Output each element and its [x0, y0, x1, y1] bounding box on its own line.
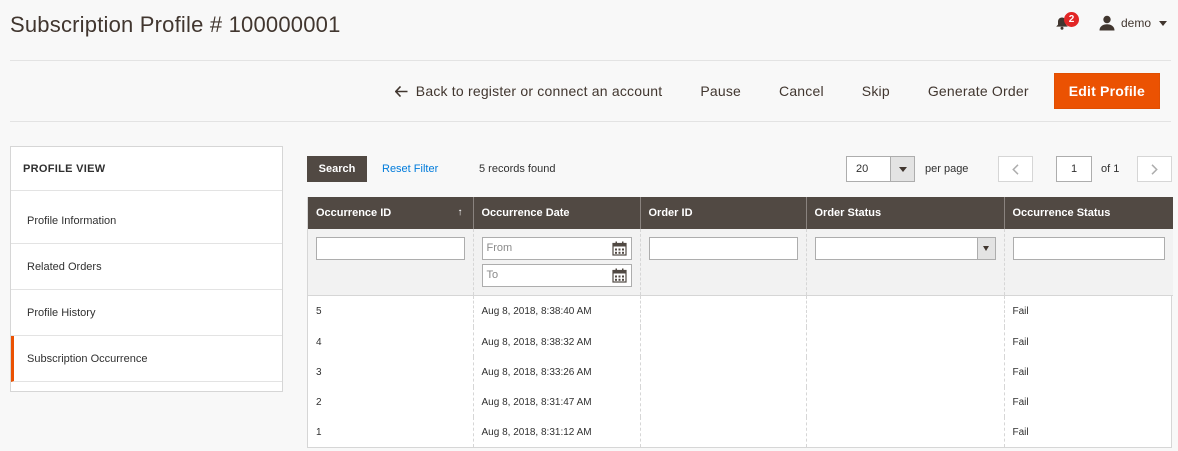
- chevron-down-icon: [1159, 20, 1168, 26]
- occurrence-date-cell: Aug 8, 2018, 8:38:40 AM: [472, 295, 640, 327]
- profile-view-sidebar: PROFILE VIEW Profile Information Related…: [10, 146, 283, 392]
- order-id-cell: [639, 417, 806, 447]
- sidebar-title: PROFILE VIEW: [11, 147, 282, 191]
- column-header-occurrence-date[interactable]: Occurrence Date: [472, 197, 640, 229]
- next-page-button[interactable]: [1137, 156, 1172, 182]
- table-row[interactable]: 4 Aug 8, 2018, 8:38:32 AM Fail: [308, 327, 1173, 357]
- sidebar-item-subscription-occurrence[interactable]: Subscription Occurrence: [11, 336, 282, 382]
- reset-filter-link[interactable]: Reset Filter: [382, 156, 438, 182]
- order-status-filter[interactable]: [814, 237, 996, 260]
- pause-button[interactable]: Pause: [681, 73, 760, 109]
- sidebar-item-profile-history[interactable]: Profile History: [11, 290, 282, 336]
- order-id-cell: [639, 327, 806, 357]
- previous-page-button[interactable]: [998, 156, 1033, 182]
- occurrence-id-cell: 5: [316, 305, 322, 317]
- occurrence-date-cell: Aug 8, 2018, 8:33:26 AM: [472, 357, 640, 387]
- sidebar-item-related-orders[interactable]: Related Orders: [11, 244, 282, 290]
- occurrence-status-cell: Fail: [1003, 387, 1173, 417]
- notifications[interactable]: 2: [1055, 12, 1079, 34]
- occurrence-id-cell: 3: [316, 366, 322, 378]
- search-button[interactable]: Search: [307, 156, 367, 182]
- column-header-occurrence-id[interactable]: Occurrence ID ↑: [308, 197, 473, 229]
- table-body: 5 Aug 8, 2018, 8:38:40 AM Fail 4 Aug 8, 2018…: [308, 295, 1173, 447]
- filter-row: From To: [308, 229, 1173, 296]
- column-header-order-status[interactable]: Order Status: [805, 197, 1004, 229]
- table-row[interactable]: 3 Aug 8, 2018, 8:33:26 AM Fail: [308, 357, 1173, 387]
- order-status-cell: [805, 387, 1004, 417]
- skip-button[interactable]: Skip: [843, 73, 909, 109]
- page-count: of 1: [1101, 163, 1120, 175]
- occurrence-status-cell: Fail: [1003, 357, 1173, 387]
- user-menu[interactable]: demo: [1099, 14, 1168, 32]
- chevron-down-icon: [890, 157, 914, 181]
- order-status-cell: [805, 357, 1004, 387]
- records-found: 5 records found: [479, 163, 556, 175]
- table-row[interactable]: 5 Aug 8, 2018, 8:38:40 AM Fail: [308, 295, 1173, 327]
- calendar-icon[interactable]: [611, 268, 627, 283]
- table-row[interactable]: 2 Aug 8, 2018, 8:31:47 AM Fail: [308, 387, 1173, 417]
- page-number-input[interactable]: 1: [1056, 156, 1092, 182]
- chevron-down-icon: [976, 238, 995, 259]
- occurrence-date-cell: Aug 8, 2018, 8:31:47 AM: [472, 387, 640, 417]
- sort-ascending-icon: ↑: [457, 207, 463, 218]
- occurrence-id-cell: 4: [316, 336, 322, 348]
- occurrence-id-cell: 2: [316, 396, 322, 408]
- occurrence-id-cell: 1: [316, 426, 322, 438]
- order-id-cell: [639, 295, 806, 327]
- date-to-placeholder: To: [486, 269, 499, 281]
- header-divider: [10, 60, 1171, 61]
- occurrence-date-cell: Aug 8, 2018, 8:31:12 AM: [472, 417, 640, 447]
- chevron-left-icon: [1012, 163, 1019, 175]
- generate-order-button[interactable]: Generate Order: [909, 73, 1048, 109]
- date-from-placeholder: From: [486, 242, 513, 254]
- page-actions: Back to register or connect an account P…: [394, 73, 1160, 109]
- occurrence-status-cell: Fail: [1003, 417, 1173, 447]
- order-status-cell: [805, 295, 1004, 327]
- order-status-cell: [805, 417, 1004, 447]
- edit-profile-button[interactable]: Edit Profile: [1053, 73, 1160, 109]
- notification-count-badge: 2: [1064, 12, 1079, 27]
- date-to-filter[interactable]: To: [481, 264, 632, 287]
- occurrence-status-cell: Fail: [1003, 327, 1173, 357]
- occurrence-status-cell: Fail: [1003, 295, 1173, 327]
- occurrence-grid: Occurrence ID ↑ Occurrence Date Order ID…: [307, 197, 1173, 448]
- table-header-row: Occurrence ID ↑ Occurrence Date Order ID…: [308, 197, 1173, 229]
- order-id-cell: [639, 357, 806, 387]
- chevron-right-icon: [1151, 163, 1158, 175]
- user-icon: [1099, 15, 1115, 31]
- page-title: Subscription Profile # 100000001: [10, 12, 341, 37]
- order-id-filter[interactable]: [648, 237, 798, 260]
- column-header-order-id[interactable]: Order ID: [639, 197, 806, 229]
- occurrence-table: Occurrence ID ↑ Occurrence Date Order ID…: [308, 197, 1173, 447]
- per-page-select[interactable]: 20: [846, 156, 915, 182]
- calendar-icon[interactable]: [611, 241, 627, 256]
- sidebar-item-profile-information[interactable]: Profile Information: [11, 198, 282, 244]
- per-page-value: 20: [856, 163, 869, 175]
- cancel-button[interactable]: Cancel: [760, 73, 843, 109]
- back-button[interactable]: Back to register or connect an account: [394, 73, 682, 109]
- arrow-left-icon: [394, 85, 408, 97]
- grid-toolbar: Search Reset Filter 5 records found 20 p…: [307, 156, 1172, 182]
- column-header-occurrence-status[interactable]: Occurrence Status: [1003, 197, 1173, 229]
- table-row[interactable]: 1 Aug 8, 2018, 8:31:12 AM Fail: [308, 417, 1173, 447]
- order-status-cell: [805, 327, 1004, 357]
- user-name: demo: [1121, 16, 1152, 30]
- actions-divider: [10, 121, 1171, 122]
- occurrence-date-cell: Aug 8, 2018, 8:38:32 AM: [472, 327, 640, 357]
- date-from-filter[interactable]: From: [481, 237, 632, 260]
- occurrence-status-filter[interactable]: [1012, 237, 1165, 260]
- order-id-cell: [639, 387, 806, 417]
- occurrence-id-filter[interactable]: [316, 237, 465, 260]
- per-page-label: per page: [925, 163, 969, 175]
- back-button-label: Back to register or connect an account: [415, 83, 663, 99]
